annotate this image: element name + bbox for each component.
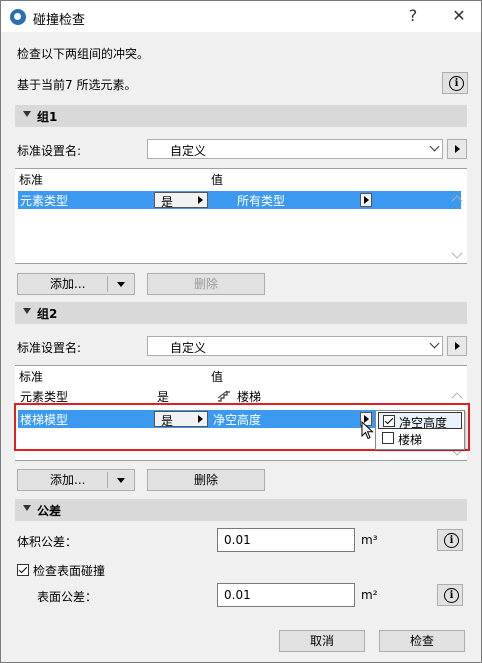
checkbox-icon[interactable] [382,432,394,444]
group2-criteria-label: 标准设置名: [17,341,82,355]
info-icon: i [449,76,464,91]
selection-info-button[interactable]: i [442,72,468,94]
surface-check-checkbox[interactable] [17,564,29,576]
dialog-window: 碰撞检查 ? ✕ 检查以下两组间的冲突。 基于当前7 所选元素。 i 组1 标准… [0,0,482,663]
selection-info: 基于当前7 所选元素。 [17,78,137,92]
group2-title: 组2 [37,307,58,321]
popup-item-clearance-height[interactable]: 净空高度 [378,412,462,430]
cancel-button[interactable]: 取消 [279,630,365,652]
tolerance-title: 公差 [37,504,62,518]
group1-criteria-select[interactable]: 自定义 [147,139,443,159]
check-button[interactable]: 检查 [379,630,465,652]
row-value: 所有类型 [237,194,286,208]
split-divider [107,276,108,292]
group2-section-header[interactable]: 组2 [15,302,467,324]
table-header: 标准 值 [15,169,467,187]
volume-unit: m³ [361,533,378,547]
surface-tolerance-input[interactable]: 0.01 [217,583,355,607]
arrow-right-icon [364,196,369,204]
info-icon: i [444,588,459,603]
group2-add-button[interactable]: 添加... [17,469,135,491]
row-criterion: 元素类型 [20,194,69,208]
group1-add-button[interactable]: 添加... [17,273,135,295]
group2-criteria-select[interactable]: 自定义 [147,336,443,356]
tolerance-section-header[interactable]: 公差 [15,499,467,521]
group2-delete-button[interactable]: 删除 [147,469,265,491]
app-icon [10,9,26,25]
collapse-triangle-icon [23,505,31,511]
header-criterion: 标准 [19,173,44,187]
arrow-right-icon [455,145,460,153]
group1-criteria-table: 标准 值 元素类型 是 所有类型 [15,168,467,264]
collapse-triangle-icon [23,111,31,117]
arrow-right-icon [455,342,460,350]
group1-title: 组1 [37,110,58,124]
popup-item-stair[interactable]: 楼梯 [378,430,462,447]
checkbox-icon[interactable] [383,415,395,427]
info-icon: i [444,533,459,548]
group1-section-header[interactable]: 组1 [15,105,467,127]
add-label: 添加... [50,277,86,291]
collapse-triangle-icon [23,308,31,314]
table-row[interactable]: 元素类型 是 所有类型 [18,191,461,209]
header-value: 值 [211,370,224,384]
surface-tolerance-label: 表面公差： [37,590,98,604]
chevron-down-icon [429,141,440,152]
volume-tolerance-value: 0.01 [224,533,251,547]
chevron-down-icon [429,338,440,349]
group1-criteria-label: 标准设置名: [17,144,82,158]
header-criterion: 标准 [19,370,44,384]
add-label: 添加... [50,473,86,487]
volume-tolerance-input[interactable]: 0.01 [217,528,355,552]
intro-text: 检查以下两组间的冲突。 [17,47,150,61]
arrow-right-icon [198,196,203,204]
window-title: 碰撞检查 [33,13,86,28]
help-icon[interactable]: ? [401,5,425,27]
volume-info-button[interactable]: i [437,529,463,551]
value-options-popup: 净空高度 楼梯 [375,410,465,450]
group1-criteria-value: 自定义 [170,144,207,158]
table-header: 标准 值 [15,366,467,384]
volume-tolerance-label: 体积公差： [17,535,78,549]
close-icon[interactable]: ✕ [447,5,471,27]
surface-unit: m² [361,588,378,602]
chevron-down-icon[interactable] [117,478,125,483]
surface-tolerance-value: 0.01 [224,588,251,602]
operator-value: 是 [161,195,174,209]
popup-item-label: 楼梯 [398,433,423,447]
header-value: 值 [211,173,224,187]
value-menu-button[interactable] [360,193,372,207]
title-bar: 碰撞检查 ? ✕ [1,1,481,32]
operator-select[interactable]: 是 [154,192,208,209]
group1-delete-button[interactable]: 删除 [147,273,265,295]
split-divider [107,472,108,488]
surface-info-button[interactable]: i [437,584,463,606]
surface-check-label[interactable]: 检查表面碰撞 [33,562,105,579]
group2-criteria-menu-button[interactable] [447,336,467,356]
group2-criteria-value: 自定义 [170,341,207,355]
group1-criteria-menu-button[interactable] [447,139,467,159]
chevron-down-icon[interactable] [117,282,125,287]
popup-item-label: 净空高度 [399,416,448,430]
scroll-down-icon[interactable] [451,247,463,259]
